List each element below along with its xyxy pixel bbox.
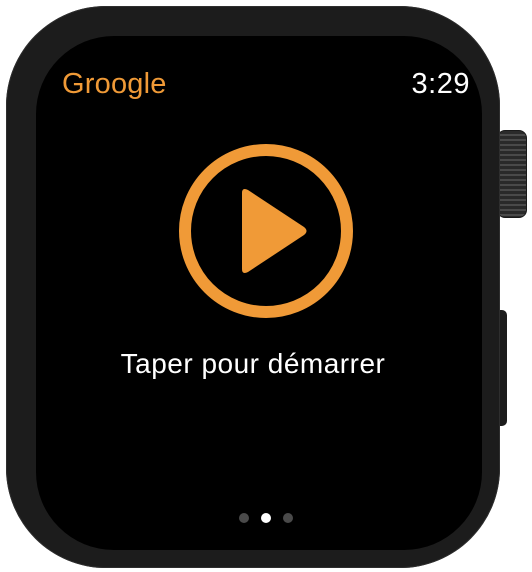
page-indicator	[0, 513, 532, 523]
start-hint: Taper pour démarrer	[120, 348, 386, 379]
app-title: Groogle	[62, 68, 167, 100]
watch-device: Groogle 3:29 Taper pour démarrer	[0, 0, 532, 572]
play-circle-icon	[179, 144, 353, 318]
page-dot-active	[261, 513, 271, 523]
page-dot	[283, 513, 293, 523]
page-dot	[239, 513, 249, 523]
clock-time: 3:29	[411, 68, 470, 100]
digital-crown[interactable]	[497, 130, 527, 218]
play-button[interactable]	[178, 143, 354, 319]
